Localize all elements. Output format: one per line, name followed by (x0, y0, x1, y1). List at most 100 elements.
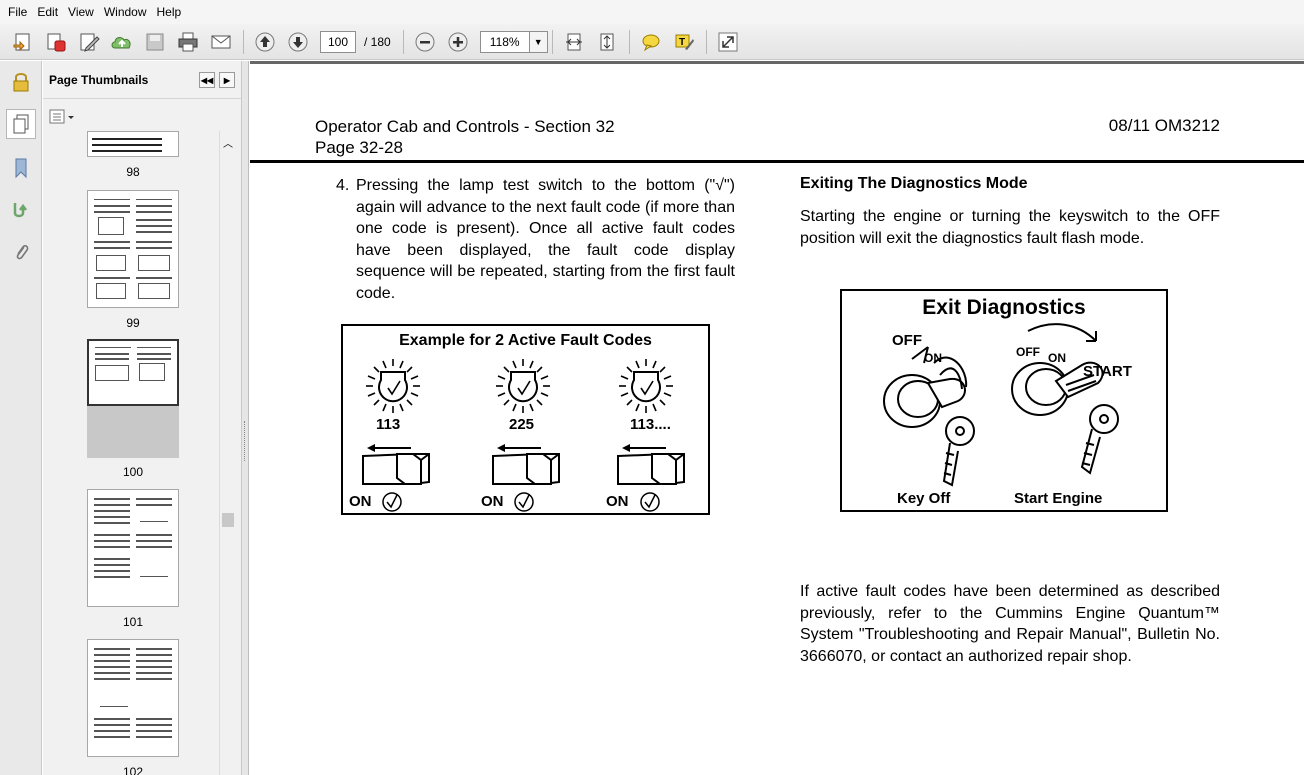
panel-splitter[interactable] (242, 61, 249, 775)
rocker-switch-icon (617, 444, 685, 485)
panel-menu-icon[interactable]: ▶ (219, 72, 235, 88)
combine-files-button[interactable] (41, 27, 71, 57)
fit-page-icon (565, 33, 582, 50)
thumbnail-panel: Page Thumbnails ◀◀ ▶ 98 99 100 101 102 ︿ (43, 61, 242, 775)
lamp-icon (496, 359, 550, 413)
key-off-caption: Key Off (897, 490, 951, 507)
panel-title: Page Thumbnails (49, 72, 149, 87)
menu-edit[interactable]: Edit (32, 0, 63, 24)
toolbar-separator (243, 29, 244, 54)
print-icon (178, 32, 198, 51)
arrow-up-icon (255, 32, 275, 51)
save-icon (146, 33, 164, 50)
edit-document-icon (80, 33, 100, 52)
list-item-number: 4. (336, 177, 350, 194)
thumbnail-panel-header: Page Thumbnails ◀◀ ▶ (43, 61, 241, 99)
email-icon (211, 35, 231, 48)
pages-icon[interactable] (6, 109, 36, 139)
section-heading: Exiting The Diagnostics Mode (800, 175, 1028, 192)
chevron-down-icon[interactable]: ▼ (528, 31, 547, 52)
combine-files-icon (47, 33, 66, 51)
highlighter-icon: T (675, 34, 694, 50)
header-page-number: Page 32-28 (315, 138, 403, 157)
on-label: ON (924, 351, 942, 365)
thumbnail-label: 98 (126, 165, 140, 179)
zoom-in-icon (448, 32, 468, 51)
toolbar-separator (628, 29, 630, 54)
list-item-text: Pressing the lamp test switch to the bot… (356, 177, 735, 302)
expand-icon (718, 32, 738, 51)
fault-codes-figure: Example for 2 Active Fault Codes 113 225… (341, 324, 710, 515)
upload-button[interactable] (107, 27, 137, 57)
scrollbar-thumb[interactable] (222, 513, 234, 527)
menu-file[interactable]: File (3, 0, 32, 24)
cloud-upload-icon (111, 36, 131, 48)
thumbnail-label: 99 (126, 316, 140, 330)
arrow-down-icon (288, 32, 308, 51)
expand-button[interactable] (713, 27, 743, 57)
keyswitch-illustration (883, 323, 1119, 487)
fault-code-label: 113.... (630, 416, 671, 433)
page-number-input[interactable]: 100 (320, 30, 356, 53)
thumbnail-viewport-overlay (87, 406, 179, 458)
zoom-out-button[interactable] (410, 27, 440, 57)
edit-button[interactable] (74, 27, 104, 57)
menu-bar: File Edit View Window Help (0, 0, 1304, 24)
thumbnail-page-98[interactable] (87, 131, 179, 157)
lamp-icon (619, 359, 673, 413)
zoom-value[interactable]: 118% (481, 32, 529, 52)
svg-text:T: T (679, 37, 685, 48)
fault-code-label: 225 (509, 416, 535, 433)
fit-page-button[interactable] (559, 27, 589, 57)
print-button[interactable] (173, 27, 203, 57)
thumbnail-page-99[interactable] (87, 190, 179, 308)
zoom-out-icon (415, 32, 435, 51)
zoom-in-button[interactable] (443, 27, 473, 57)
previous-page-button[interactable] (250, 27, 280, 57)
navigation-pane-strip (0, 61, 42, 775)
email-button[interactable] (206, 27, 236, 57)
toolbar: 100 / 180 118% ▼ T (0, 24, 1304, 60)
speech-bubble-icon (642, 34, 660, 51)
zoom-select[interactable]: 118% ▼ (479, 30, 548, 53)
thumbnail-page-100[interactable] (87, 339, 179, 406)
thumbnail-page-101[interactable] (87, 489, 179, 607)
header-rule (250, 160, 1304, 163)
start-label: START (1083, 363, 1132, 380)
fit-width-button[interactable] (592, 27, 622, 57)
header-section-title: Operator Cab and Controls - Section 32 (315, 117, 615, 136)
scroll-up-icon[interactable]: ︿ (223, 135, 233, 150)
toolbar-separator (551, 29, 553, 54)
toolbar-separator (705, 29, 707, 54)
off-label: OFF (1016, 345, 1040, 359)
switch-on-label: ON (481, 493, 504, 510)
switch-on-label: ON (349, 493, 372, 510)
signature-icon[interactable] (6, 195, 36, 225)
save-button[interactable] (140, 27, 170, 57)
fit-width-icon (600, 33, 614, 50)
thumbnail-label: 100 (122, 465, 144, 479)
header-date-code: 08/11 OM3212 (1108, 116, 1220, 135)
thumbnail-list: 98 99 100 101 102 (43, 131, 225, 775)
thumbnail-options-button[interactable] (49, 108, 77, 126)
next-page-button[interactable] (283, 27, 313, 57)
thumbnail-scrollbar[interactable]: ︿ (219, 131, 237, 775)
paperclip-icon[interactable] (6, 237, 36, 267)
off-label: OFF (892, 332, 922, 349)
exit-diagnostics-figure: Exit Diagnostics OFF ON OFF ON START Key… (840, 289, 1168, 512)
collapse-panel-icon[interactable]: ◀◀ (199, 72, 215, 88)
thumbnail-page-102[interactable] (87, 639, 179, 757)
thumbnail-label: 102 (122, 765, 144, 775)
bookmark-icon[interactable] (6, 153, 36, 183)
on-label: ON (1048, 351, 1066, 365)
thumbnail-label: 101 (122, 615, 144, 629)
create-pdf-icon (13, 33, 30, 51)
menu-help[interactable]: Help (152, 0, 187, 24)
comment-button[interactable] (636, 27, 666, 57)
highlight-button[interactable]: T (669, 27, 699, 57)
menu-view[interactable]: View (63, 0, 99, 24)
menu-window[interactable]: Window (99, 0, 152, 24)
lock-icon[interactable] (6, 67, 36, 97)
fault-code-label: 113 (376, 416, 401, 433)
create-pdf-button[interactable] (8, 27, 38, 57)
